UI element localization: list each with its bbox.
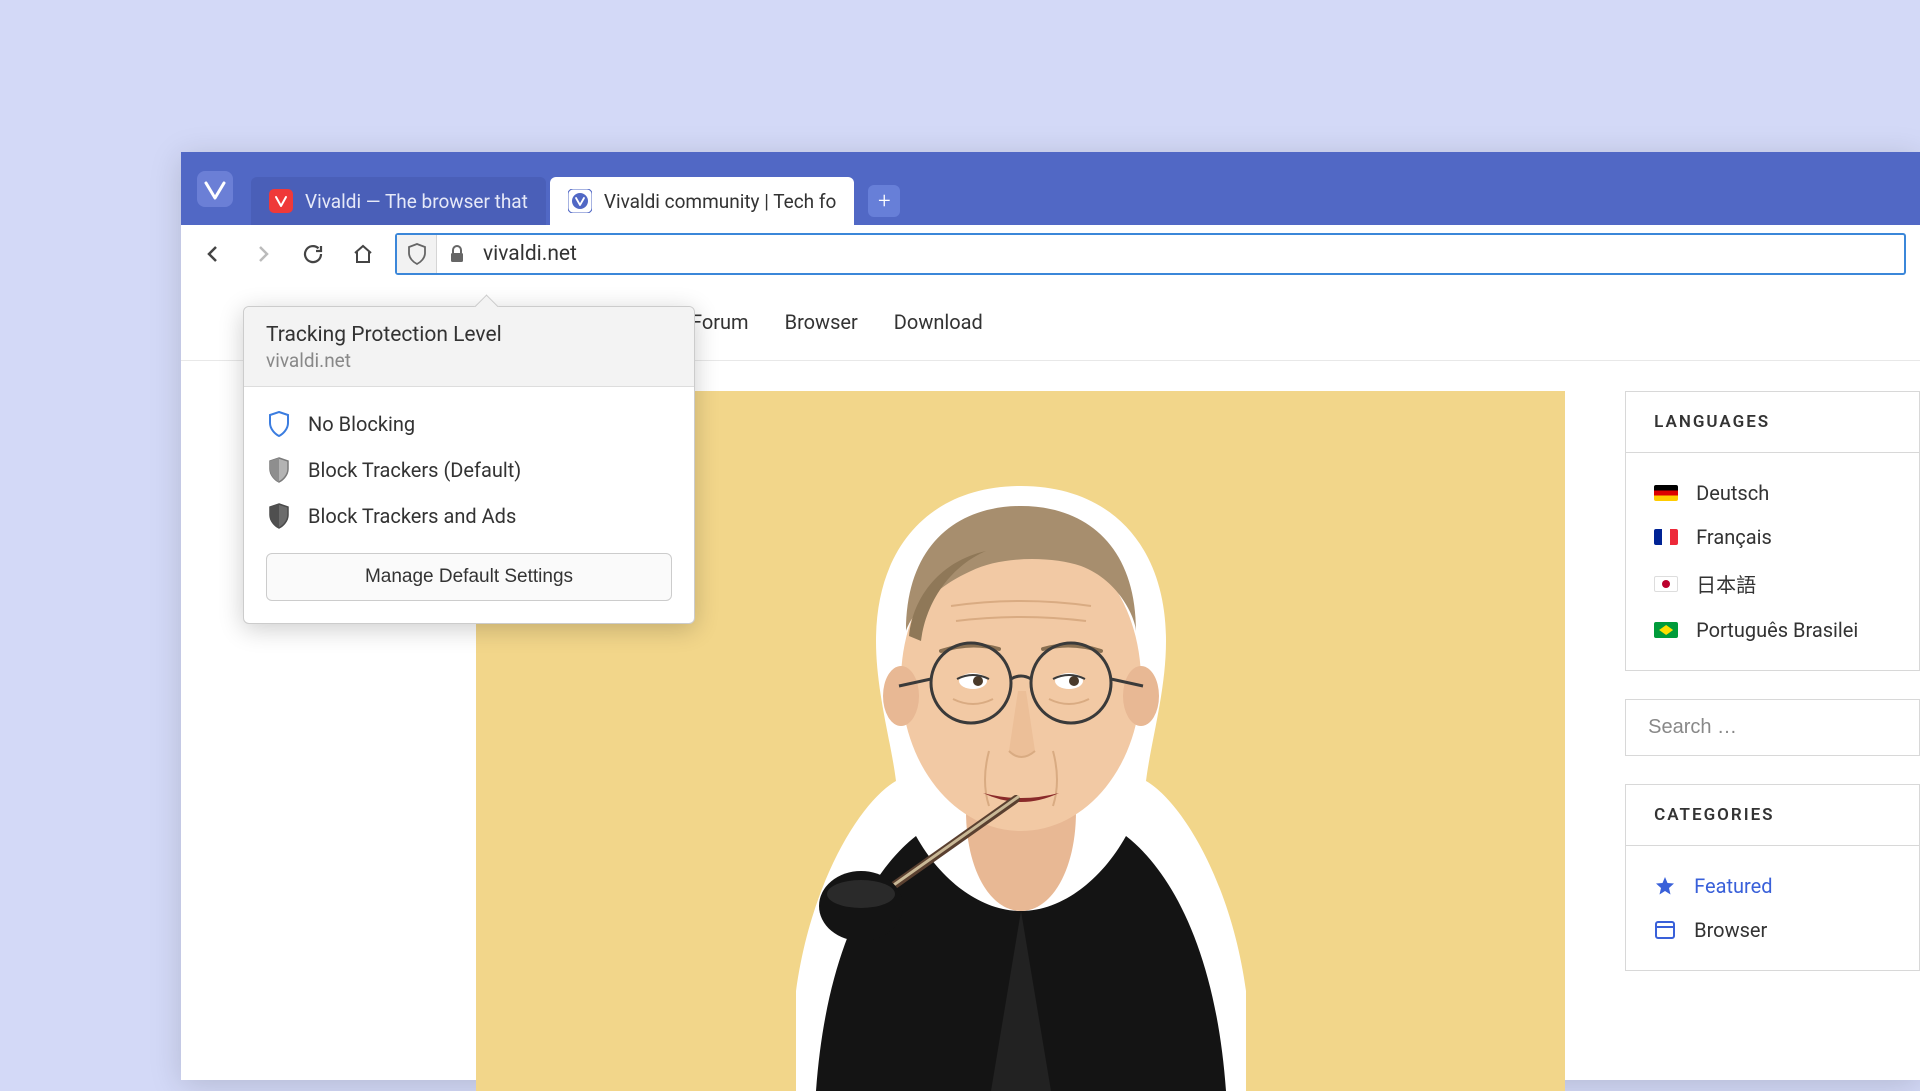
shield-dark-icon	[268, 503, 290, 529]
popup-domain: vivaldi.net	[266, 349, 672, 372]
tracking-shield-button[interactable]	[397, 235, 437, 273]
vivaldi-favicon-blue-icon	[568, 189, 592, 213]
back-button[interactable]	[195, 236, 231, 272]
chevron-right-icon	[251, 242, 275, 266]
languages-box: LANGUAGES Deutsch Français 日本語	[1625, 391, 1920, 671]
category-item-featured[interactable]: Featured	[1654, 864, 1891, 908]
tab-active[interactable]: Vivaldi community | Tech fo	[550, 177, 854, 225]
tracking-protection-popup: Tracking Protection Level vivaldi.net No…	[243, 306, 695, 624]
option-label: No Blocking	[308, 412, 415, 436]
portrait-illustration	[741, 451, 1301, 1091]
language-label: Português Brasilei	[1696, 618, 1858, 642]
tracking-option-block-trackers[interactable]: Block Trackers (Default)	[244, 447, 694, 493]
vivaldi-favicon-red-icon	[269, 189, 293, 213]
languages-heading: LANGUAGES	[1626, 392, 1919, 453]
tab-label: Vivaldi community | Tech fo	[604, 190, 836, 213]
tab-bar: Vivaldi — The browser that Vivaldi commu…	[181, 152, 1920, 225]
new-tab-button[interactable]: +	[868, 185, 900, 217]
site-security-indicator[interactable]	[437, 245, 477, 263]
tracking-option-block-trackers-ads[interactable]: Block Trackers and Ads	[244, 493, 694, 539]
lock-icon	[449, 245, 465, 263]
shield-outline-icon	[407, 243, 427, 265]
language-label: Deutsch	[1696, 481, 1769, 505]
category-label: Featured	[1694, 874, 1772, 898]
search-input[interactable]	[1625, 699, 1920, 756]
shield-grey-icon	[268, 457, 290, 483]
plus-icon: +	[878, 189, 890, 214]
popup-title: Tracking Protection Level	[266, 323, 672, 347]
option-label: Block Trackers and Ads	[308, 504, 516, 528]
tracking-option-no-blocking[interactable]: No Blocking	[244, 401, 694, 447]
option-label: Block Trackers (Default)	[308, 458, 521, 482]
reload-button[interactable]	[295, 236, 331, 272]
flag-fr-icon	[1654, 529, 1678, 545]
vivaldi-menu-button[interactable]	[189, 163, 241, 215]
language-item-francais[interactable]: Français	[1654, 515, 1891, 559]
popup-options: No Blocking Block Trackers (Default)	[244, 387, 694, 553]
language-item-deutsch[interactable]: Deutsch	[1654, 471, 1891, 515]
vivaldi-logo-icon	[197, 171, 233, 207]
toolbar: vivaldi.net	[181, 225, 1920, 283]
home-button[interactable]	[345, 236, 381, 272]
nav-link-download[interactable]: Download	[894, 310, 983, 334]
browser-window: Vivaldi — The browser that Vivaldi commu…	[181, 152, 1920, 1080]
language-item-japanese[interactable]: 日本語	[1654, 559, 1891, 608]
flag-de-icon	[1654, 485, 1678, 501]
url-text: vivaldi.net	[477, 242, 577, 266]
category-item-browser[interactable]: Browser	[1654, 908, 1891, 952]
flag-jp-icon	[1654, 576, 1678, 592]
shield-outline-blue-icon	[268, 411, 290, 437]
categories-heading: CATEGORIES	[1626, 785, 1919, 846]
language-label: 日本語	[1696, 569, 1756, 598]
category-label: Browser	[1694, 918, 1767, 942]
chevron-left-icon	[201, 242, 225, 266]
nav-link-forum[interactable]: Forum	[691, 310, 749, 334]
flag-br-icon	[1654, 622, 1678, 638]
forward-button[interactable]	[245, 236, 281, 272]
reload-icon	[301, 242, 325, 266]
categories-box: CATEGORIES Featured Browser	[1625, 784, 1920, 971]
nav-link-browser[interactable]: Browser	[785, 310, 858, 334]
star-icon	[1654, 875, 1676, 897]
sidebar: LANGUAGES Deutsch Français 日本語	[1625, 391, 1920, 1091]
address-bar[interactable]: vivaldi.net	[395, 233, 1906, 275]
tab-label: Vivaldi — The browser that	[305, 190, 528, 213]
language-label: Français	[1696, 525, 1772, 549]
home-icon	[351, 242, 375, 266]
language-item-portuguese[interactable]: Português Brasilei	[1654, 608, 1891, 652]
popup-header: Tracking Protection Level vivaldi.net	[244, 307, 694, 387]
manage-default-settings-button[interactable]: Manage Default Settings	[266, 553, 672, 601]
tab-inactive[interactable]: Vivaldi — The browser that	[251, 177, 546, 225]
window-icon	[1654, 919, 1676, 941]
